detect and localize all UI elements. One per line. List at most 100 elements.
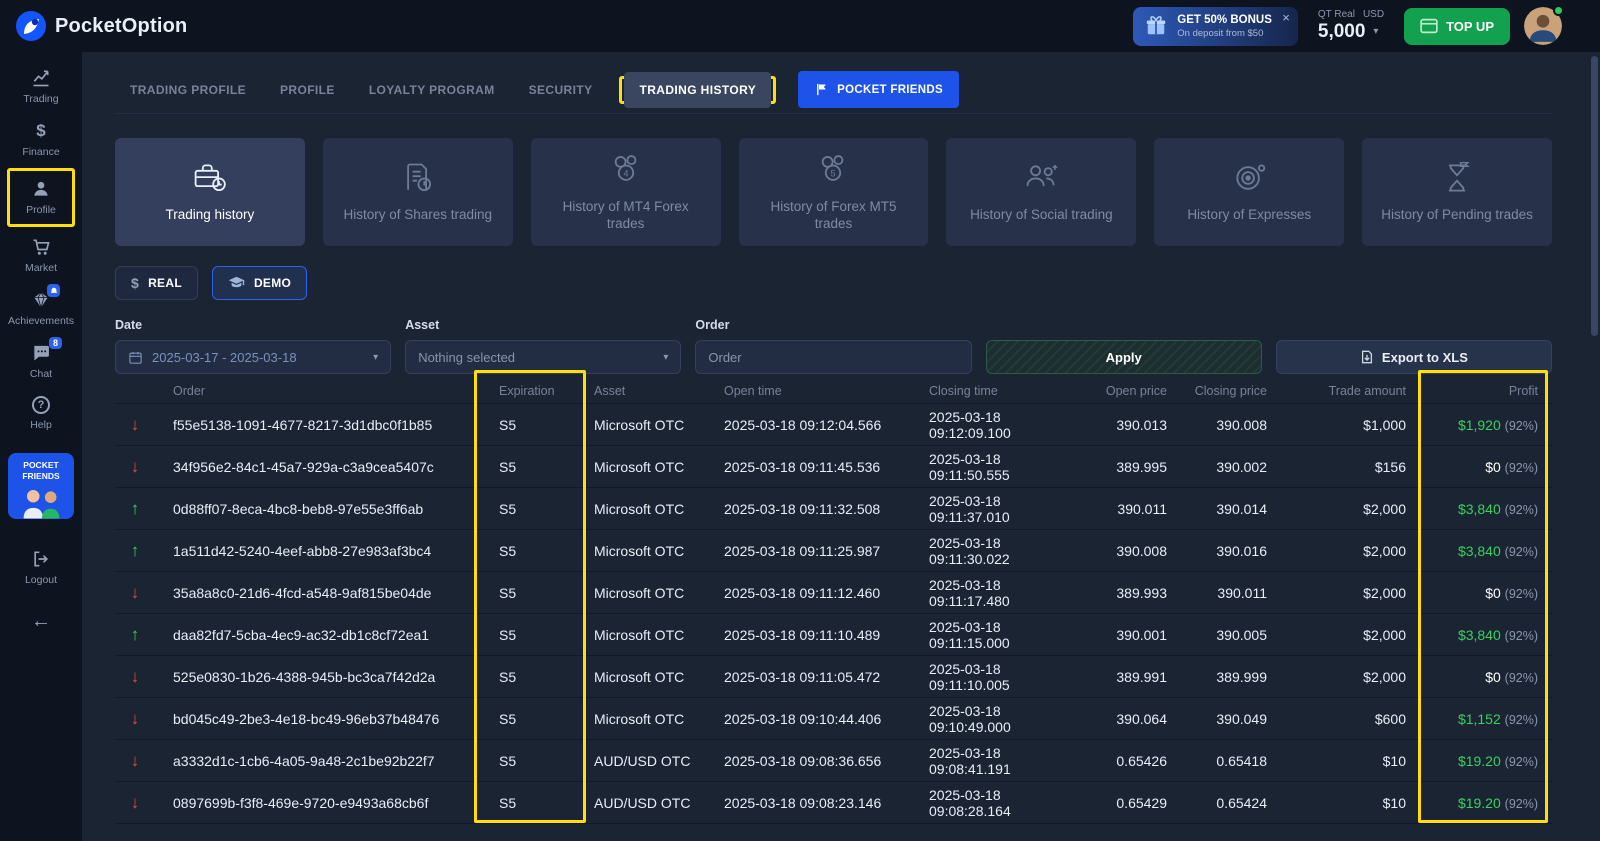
profile-tab-bar: TRADING PROFILE PROFILE LOYALTY PROGRAM … xyxy=(115,66,1552,114)
category-label: History of Forex MT5 trades xyxy=(751,199,917,233)
category-expresses[interactable]: History of Expresses xyxy=(1154,138,1344,246)
closing-time: 2025-03-18 09:11:30.022 xyxy=(915,535,1085,567)
brand-name: PocketOption xyxy=(55,15,187,38)
demo-label: DEMO xyxy=(254,276,291,290)
help-icon: ? xyxy=(32,396,50,414)
table-row: 0897699b-f3f8-469e-9720-e9493a68cb6f S5 … xyxy=(115,782,1552,824)
category-label: History of Shares trading xyxy=(343,207,492,224)
open-price: 0.65426 xyxy=(1085,753,1181,769)
coins-mt5-icon: 5 xyxy=(815,152,851,188)
real-label: REAL xyxy=(148,276,182,290)
category-label: History of Expresses xyxy=(1187,207,1311,224)
closing-time: 2025-03-18 09:11:10.005 xyxy=(915,661,1085,693)
bonus-promo-banner[interactable]: GET 50% BONUS On deposit from $50 × xyxy=(1133,7,1298,46)
order-id: 1a511d42-5240-4eef-abb8-27e983af3bc4 xyxy=(155,543,485,559)
sidebar-item-logout[interactable]: Logout xyxy=(4,541,78,594)
svg-text:5: 5 xyxy=(831,168,836,178)
balance-selector[interactable]: QT Real USD 5,000 ▾ xyxy=(1312,9,1390,42)
col-open-price: Open price xyxy=(1085,384,1181,398)
col-trade-amount: Trade amount xyxy=(1281,384,1420,398)
col-closing-time: Closing time xyxy=(915,384,1085,398)
chevron-down-icon: ▾ xyxy=(1373,26,1378,38)
demo-account-button[interactable]: DEMO xyxy=(212,266,307,300)
topup-label: TOP UP xyxy=(1446,19,1494,34)
direction-down-icon xyxy=(115,415,155,435)
date-range-select[interactable]: 2025-03-17 - 2025-03-18 ▾ xyxy=(115,340,391,374)
export-xls-button[interactable]: Export to XLS xyxy=(1276,340,1552,374)
col-profit: Profit xyxy=(1420,384,1552,398)
category-mt5-forex[interactable]: 5 History of Forex MT5 trades xyxy=(739,138,929,246)
direction-down-icon xyxy=(115,667,155,687)
promo-close-icon[interactable]: × xyxy=(1282,10,1290,25)
closing-time: 2025-03-18 09:11:37.010 xyxy=(915,493,1085,525)
promo-title: GET 50% BONUS xyxy=(1177,14,1272,26)
scrollbar-thumb[interactable] xyxy=(1591,56,1598,336)
table-row: a3332d1c-1cb6-4a05-9a48-2c1be92b22f7 S5 … xyxy=(115,740,1552,782)
tab-security[interactable]: SECURITY xyxy=(514,72,608,108)
closing-price: 390.002 xyxy=(1181,459,1281,475)
trading-history-table: Order Expiration Asset Open time Closing… xyxy=(115,378,1552,824)
sidebar-pocket-friends-tile[interactable]: POCKET FRIENDS xyxy=(8,453,74,519)
profit: $3,840 (92%) xyxy=(1420,627,1552,643)
sidebar-item-help[interactable]: ? Help xyxy=(4,388,78,439)
sidebar-item-achievements[interactable]: Achievements xyxy=(4,282,78,335)
logout-icon xyxy=(31,549,51,569)
person-icon xyxy=(31,179,51,199)
direction-down-icon xyxy=(115,751,155,771)
avatar-online-badge xyxy=(1553,5,1564,16)
table-header: Order Expiration Asset Open time Closing… xyxy=(115,378,1552,404)
tab-trading-profile[interactable]: TRADING PROFILE xyxy=(115,72,261,108)
topbar-right: GET 50% BONUS On deposit from $50 × QT R… xyxy=(1133,7,1562,46)
table-row: daa82fd7-5cba-4ec9-ac32-db1c8cf72ea1 S5 … xyxy=(115,614,1552,656)
closing-time: 2025-03-18 09:10:49.000 xyxy=(915,703,1085,735)
tab-profile[interactable]: PROFILE xyxy=(265,72,350,108)
table-row: 34f956e2-84c1-45a7-929a-c3a9cea5407c S5 … xyxy=(115,446,1552,488)
category-label: Trading history xyxy=(166,207,255,224)
direction-up-icon xyxy=(115,625,155,645)
category-shares-trading[interactable]: History of Shares trading xyxy=(323,138,513,246)
logo[interactable]: PocketOption xyxy=(16,11,187,41)
history-category-cards: Trading history History of Shares tradin… xyxy=(115,138,1552,246)
apply-button[interactable]: Apply xyxy=(986,340,1262,374)
trade-amount: $156 xyxy=(1281,459,1420,475)
closing-time: 2025-03-18 09:11:15.000 xyxy=(915,619,1085,651)
profit: $1,920 (92%) xyxy=(1420,417,1552,433)
expiration: S5 xyxy=(485,543,580,559)
asset-select[interactable]: Nothing selected ▾ xyxy=(405,340,681,374)
trade-amount: $600 xyxy=(1281,711,1420,727)
category-social-trading[interactable]: History of Social trading xyxy=(946,138,1136,246)
sidebar-item-profile[interactable]: Profile xyxy=(10,171,72,224)
sidebar-item-chat[interactable]: 8 Chat xyxy=(4,335,78,388)
topup-button[interactable]: TOP UP xyxy=(1404,8,1510,45)
document-clock-icon xyxy=(400,160,436,196)
open-time: 2025-03-18 09:08:36.656 xyxy=(710,753,915,769)
avatar[interactable] xyxy=(1524,7,1562,45)
tab-loyalty-program[interactable]: LOYALTY PROGRAM xyxy=(354,72,510,108)
table-row: 35a8a8c0-21d6-4fcd-a548-9af815be04de S5 … xyxy=(115,572,1552,614)
profit: $1,152 (92%) xyxy=(1420,711,1552,727)
sidebar: Trading $ Finance Profile Market xyxy=(0,52,82,841)
category-trading-history[interactable]: Trading history xyxy=(115,138,305,246)
expiration: S5 xyxy=(485,417,580,433)
order-input[interactable] xyxy=(695,340,971,374)
asset: AUD/USD OTC xyxy=(580,753,710,769)
collapse-sidebar-arrow-icon[interactable]: ← xyxy=(31,610,51,633)
open-time: 2025-03-18 09:08:23.146 xyxy=(710,795,915,811)
category-label: History of MT4 Forex trades xyxy=(543,199,709,233)
table-row: 525e0830-1b26-4388-945b-bc3ca7f42d2a S5 … xyxy=(115,656,1552,698)
tab-trading-history[interactable]: TRADING HISTORY xyxy=(624,72,771,108)
expiration: S5 xyxy=(485,501,580,517)
order-filter: Order xyxy=(695,318,971,374)
category-pending-trades[interactable]: History of Pending trades xyxy=(1362,138,1552,246)
sidebar-item-market[interactable]: Market xyxy=(4,229,78,282)
category-mt4-forex[interactable]: 4 History of MT4 Forex trades xyxy=(531,138,721,246)
table-row: 0d88ff07-8eca-4bc8-beb8-97e55e3ff6ab S5 … xyxy=(115,488,1552,530)
main-content: TRADING PROFILE PROFILE LOYALTY PROGRAM … xyxy=(82,52,1600,841)
sidebar-item-finance[interactable]: $ Finance xyxy=(4,113,78,166)
sidebar-item-trading[interactable]: Trading xyxy=(4,60,78,113)
order-filter-label: Order xyxy=(695,318,971,334)
chat-count-badge: 8 xyxy=(49,337,62,349)
asset-select-value: Nothing selected xyxy=(418,350,515,365)
real-account-button[interactable]: $ REAL xyxy=(115,266,198,300)
pocket-friends-tab-button[interactable]: POCKET FRIENDS xyxy=(798,71,959,108)
